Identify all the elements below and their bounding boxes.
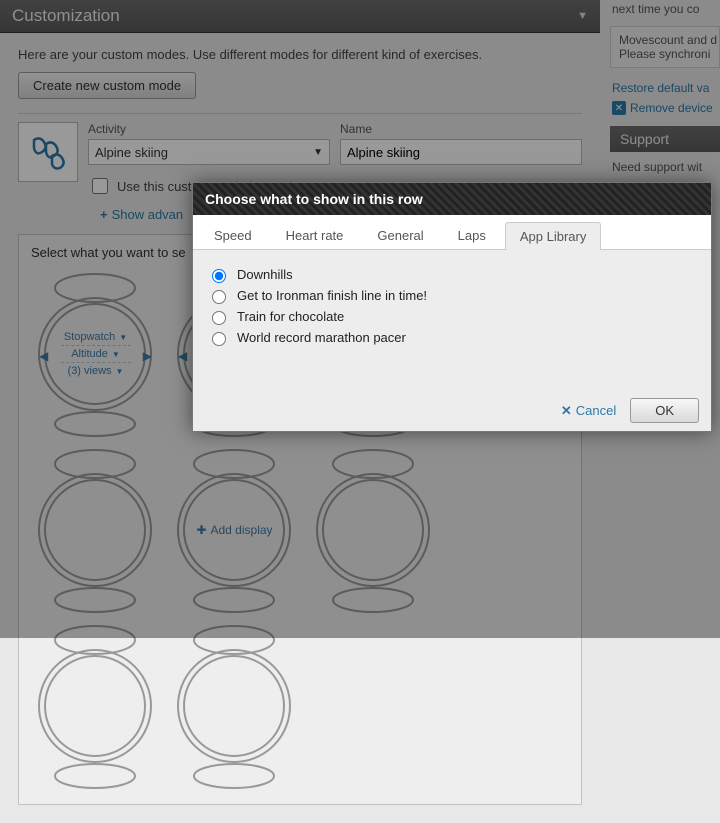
option-ironman-label: Get to Ironman finish line in time!: [237, 288, 427, 303]
cancel-button[interactable]: ✕ Cancel: [561, 403, 616, 419]
watch-display-6[interactable]: [29, 620, 162, 790]
tab-general[interactable]: General: [362, 221, 438, 249]
dialog-tabstrip: Speed Heart rate General Laps App Librar…: [193, 215, 711, 250]
row-content-dialog: Choose what to show in this row Speed He…: [192, 182, 712, 432]
option-downhills-radio[interactable]: [212, 269, 226, 283]
option-marathon-label: World record marathon pacer: [237, 330, 406, 345]
close-icon: ✕: [561, 403, 572, 419]
tab-speed[interactable]: Speed: [199, 221, 267, 249]
tab-heart-rate[interactable]: Heart rate: [271, 221, 359, 249]
watch-display-7[interactable]: [168, 620, 301, 790]
option-chocolate-radio[interactable]: [212, 311, 226, 325]
option-downhills-label: Downhills: [237, 267, 293, 282]
ok-button[interactable]: OK: [630, 398, 699, 423]
option-chocolate-label: Train for chocolate: [237, 309, 344, 324]
tab-laps[interactable]: Laps: [443, 221, 501, 249]
dialog-title: Choose what to show in this row: [193, 183, 711, 215]
option-marathon-radio[interactable]: [212, 332, 226, 346]
tab-app-library[interactable]: App Library: [505, 222, 601, 250]
option-ironman-radio[interactable]: [212, 290, 226, 304]
